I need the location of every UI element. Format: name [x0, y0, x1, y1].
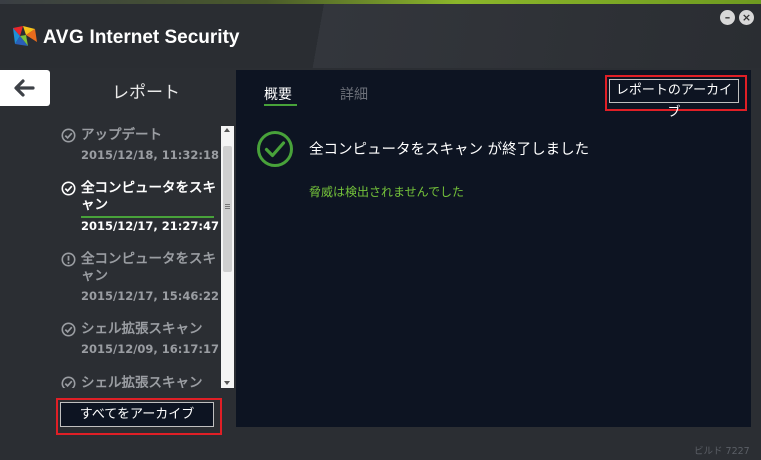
- report-item[interactable]: アップデート 2015/12/18, 11:32:18: [56, 127, 220, 162]
- scan-result-title: 全コンピュータをスキャン が終了しました: [309, 142, 590, 158]
- scroll-thumb[interactable]: [223, 146, 232, 272]
- app-window: AVG Internet Security – × レポート アップデート 20…: [0, 0, 761, 460]
- check-circle-icon: [61, 322, 76, 337]
- report-item[interactable]: シェル拡張スキャン: [56, 375, 220, 388]
- reports-title: レポート: [112, 83, 180, 103]
- close-button[interactable]: ×: [739, 10, 754, 25]
- report-item[interactable]: 全コンピュータをスキャン 2015/12/17, 15:46:22: [56, 251, 220, 303]
- archive-report-button[interactable]: レポートのアーカイブ: [609, 79, 739, 120]
- check-circle-icon: [61, 128, 76, 143]
- report-item-date: 2015/12/18, 11:32:18: [81, 148, 219, 162]
- success-check-icon: [257, 131, 293, 167]
- arrow-left-icon: [14, 79, 35, 97]
- report-item[interactable]: シェル拡張スキャン 2015/12/09, 16:17:17: [56, 321, 220, 356]
- report-detail-panel: 概要 詳細 レポートのアーカイブ 全コンピュータをスキャン が終了しました 脅威…: [236, 70, 751, 427]
- report-item-date: 2015/12/17, 21:27:47: [81, 219, 219, 233]
- back-button[interactable]: [0, 70, 50, 106]
- scroll-grip: [225, 206, 230, 207]
- active-tab-underline: [264, 104, 297, 106]
- check-circle-icon: [61, 376, 76, 388]
- scroll-grip: [225, 208, 230, 209]
- warning-circle-icon: [61, 252, 76, 267]
- accent-strip: [0, 0, 761, 4]
- scroll-down-arrow-icon[interactable]: [224, 381, 230, 385]
- report-list-scrollbar[interactable]: [221, 126, 234, 388]
- report-item-label: シェル拡張スキャン: [81, 321, 203, 337]
- minimize-button[interactable]: –: [720, 10, 735, 25]
- tab-details[interactable]: 詳細: [340, 84, 368, 104]
- scroll-grip: [225, 204, 230, 205]
- report-item-label: 全コンピュータをスキャン: [81, 180, 216, 213]
- report-item-label: 全コンピュータをスキャン: [81, 251, 216, 284]
- scroll-up-arrow-icon[interactable]: [224, 128, 230, 132]
- report-item-selected[interactable]: 全コンピュータをスキャン 2015/12/17, 21:27:47: [56, 180, 220, 233]
- build-number: ビルド 7227: [694, 446, 750, 457]
- selection-underline: [81, 216, 214, 218]
- archive-report-highlight: レポートのアーカイブ: [605, 75, 747, 120]
- report-item-label: シェル拡張スキャン: [81, 375, 203, 388]
- report-item-label: アップデート: [81, 127, 162, 143]
- product-name: Internet Security: [89, 27, 240, 48]
- brand-name: AVG: [43, 27, 85, 48]
- report-item-date: 2015/12/09, 16:17:17: [81, 342, 219, 356]
- title-bar: AVG Internet Security – ×: [0, 0, 761, 68]
- check-circle-icon: [61, 181, 76, 196]
- avg-logo-icon: [13, 26, 37, 46]
- scan-result-status: 脅威は検出されませんでした: [309, 185, 465, 199]
- report-list: アップデート 2015/12/18, 11:32:18 全コンピュータをスキャン…: [56, 118, 220, 388]
- archive-all-button[interactable]: すべてをアーカイブ: [60, 402, 214, 427]
- app-title: AVG Internet Security: [43, 27, 239, 49]
- report-item-date: 2015/12/17, 15:46:22: [81, 289, 219, 303]
- archive-all-highlight: すべてをアーカイブ: [56, 398, 222, 435]
- tab-overview[interactable]: 概要: [264, 84, 292, 104]
